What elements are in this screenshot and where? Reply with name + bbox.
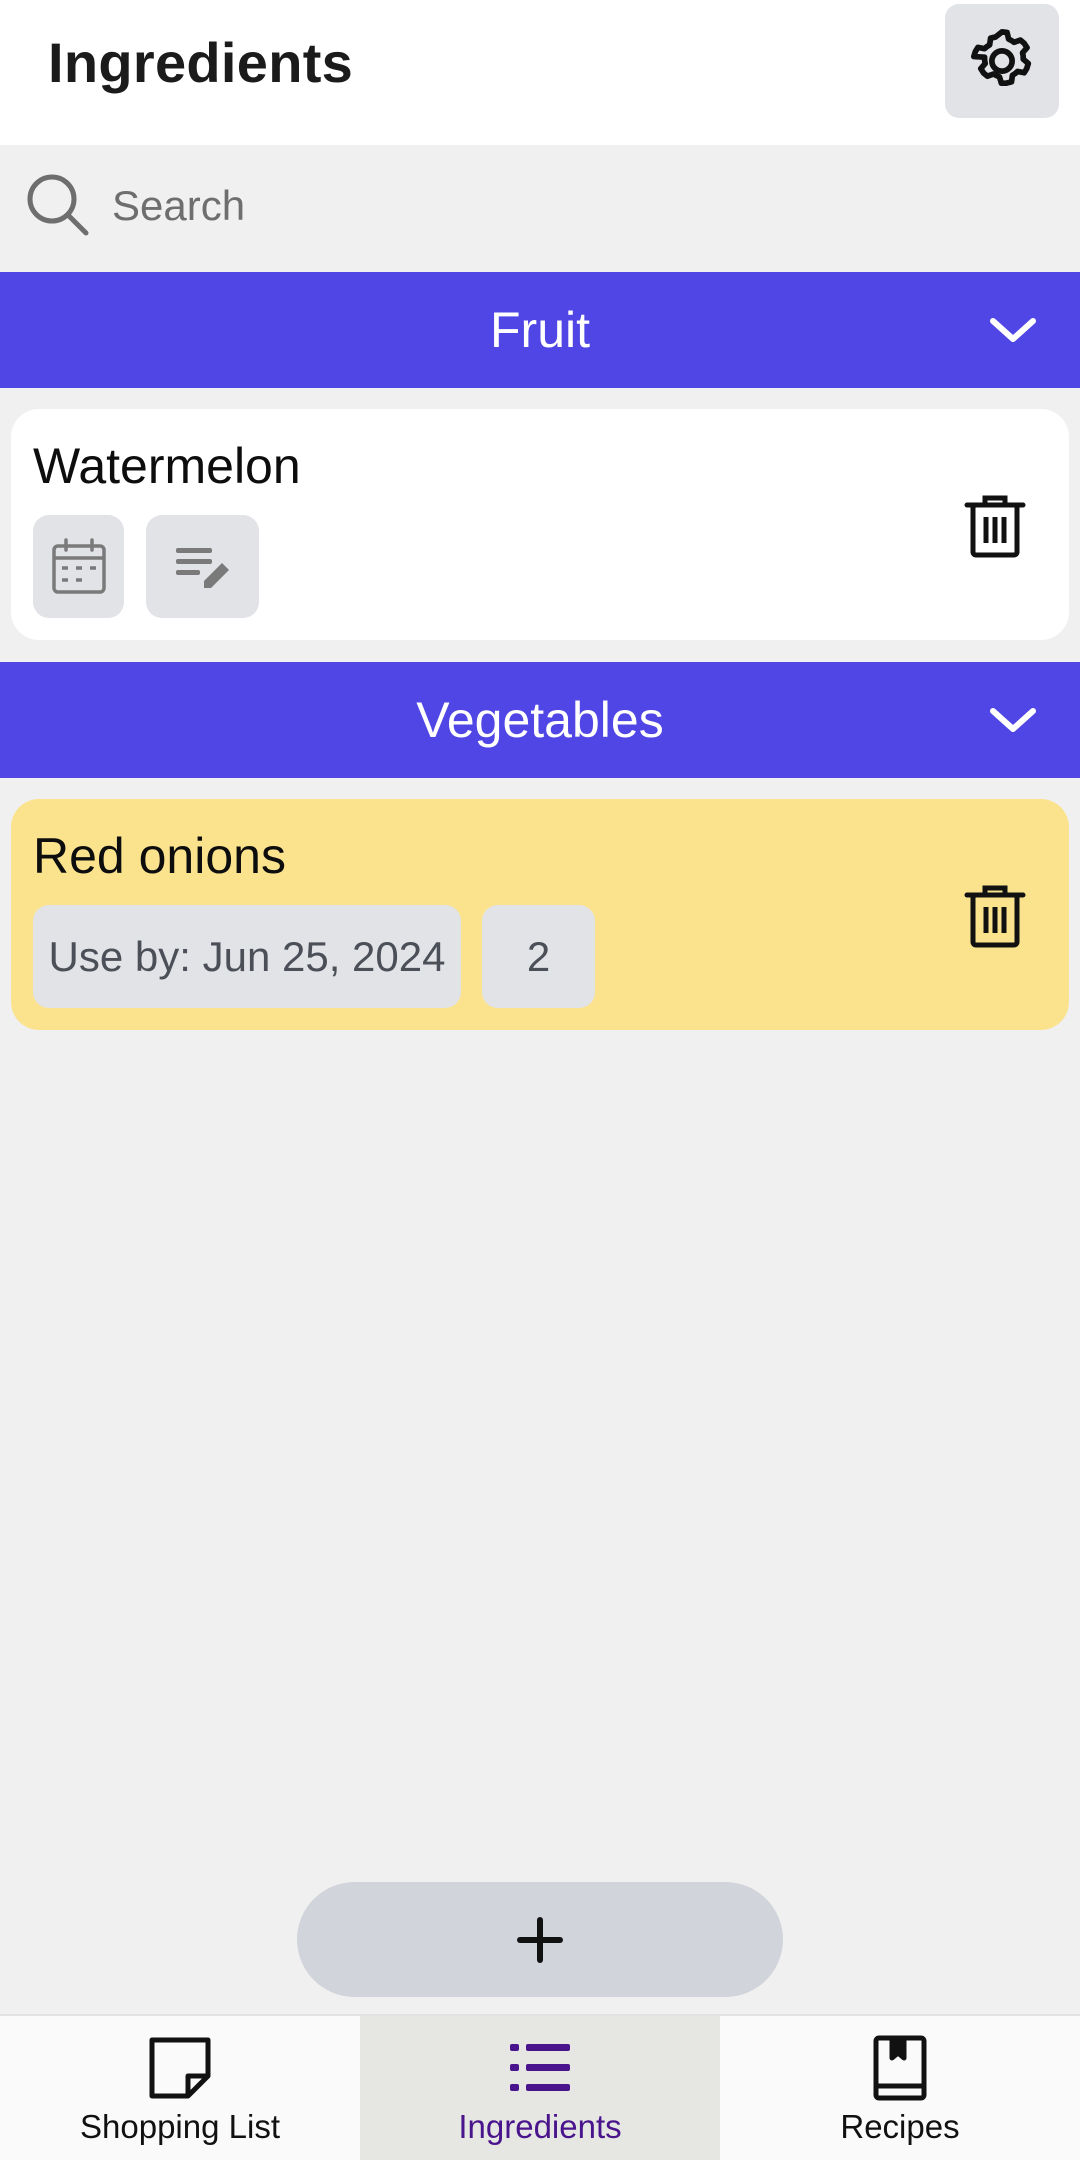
nav-label: Recipes (840, 2108, 960, 2145)
app-header: Ingredients (0, 0, 1080, 145)
note-icon (149, 2037, 211, 2099)
plus-icon (517, 1916, 563, 1963)
edit-note-button[interactable] (146, 515, 259, 618)
trash-icon[interactable] (963, 883, 1027, 949)
category-title: Vegetables (416, 692, 664, 748)
ingredient-name: Red onions (33, 828, 286, 884)
nav-item-shopping-list[interactable]: Shopping List (0, 2016, 360, 2160)
trash-icon[interactable] (963, 493, 1027, 559)
ingredient-card-watermelon[interactable]: Watermelon (11, 409, 1069, 640)
ingredient-name: Watermelon (33, 438, 301, 494)
note-edit-icon (175, 547, 229, 588)
calendar-icon (51, 537, 106, 594)
category-title: Fruit (490, 302, 590, 358)
book-icon (873, 2035, 927, 2101)
settings-button[interactable] (945, 4, 1059, 118)
gear-icon (970, 29, 1032, 87)
page-title: Ingredients (48, 31, 354, 94)
search-bar (0, 145, 1080, 272)
nav-item-ingredients[interactable]: Ingredients (360, 2016, 720, 2160)
add-ingredient-button[interactable] (297, 1882, 783, 1997)
category-header-vegetables[interactable]: Vegetables (0, 662, 1080, 778)
search-input[interactable] (112, 173, 1012, 239)
ingredient-card-red-onions[interactable]: Red onions Use by: Jun 25, 2024 2 (11, 799, 1069, 1030)
chevron-down-icon[interactable] (985, 307, 1041, 353)
list-icon (510, 2044, 570, 2091)
use-by-chip[interactable]: Use by: Jun 25, 2024 (33, 905, 461, 1008)
set-date-button[interactable] (33, 515, 124, 618)
chevron-down-icon[interactable] (985, 697, 1041, 743)
nav-label: Shopping List (80, 2108, 280, 2145)
nav-item-recipes[interactable]: Recipes (720, 2016, 1080, 2160)
nav-label: Ingredients (458, 2108, 622, 2145)
category-header-fruit[interactable]: Fruit (0, 272, 1080, 388)
bottom-nav: Shopping List Ingredients Recipes (0, 2014, 1080, 2160)
quantity-chip[interactable]: 2 (482, 905, 595, 1008)
search-icon (27, 174, 89, 236)
